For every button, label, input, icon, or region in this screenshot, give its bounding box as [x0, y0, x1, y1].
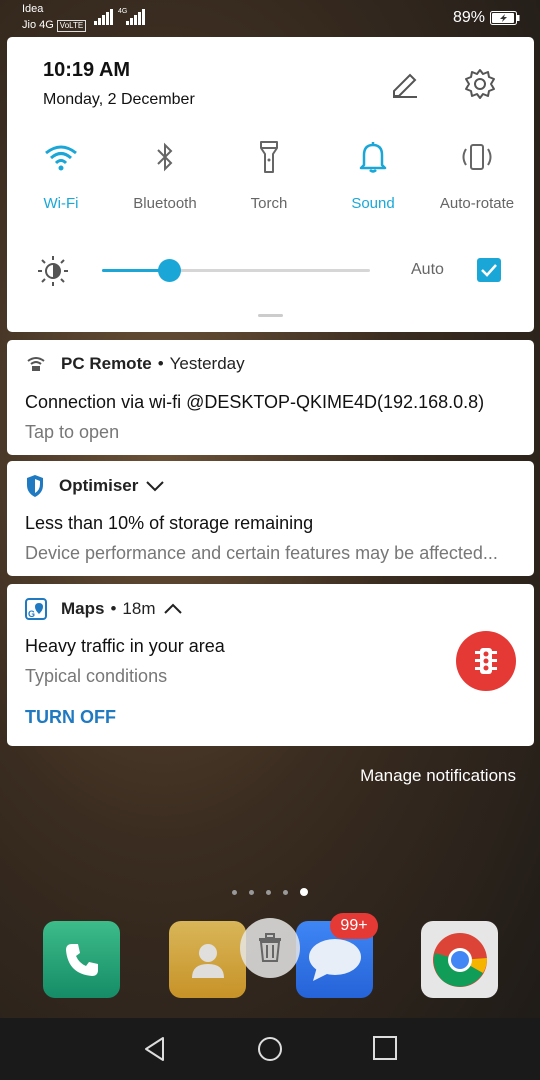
signal-icon-2	[126, 9, 145, 25]
brightness-icon	[38, 256, 68, 286]
shield-icon	[27, 475, 43, 497]
chevron-up-icon[interactable]	[163, 603, 182, 615]
back-icon[interactable]	[143, 1036, 167, 1062]
notification-maps[interactable]: G Maps • 18m Heavy traffic in your area …	[7, 584, 534, 746]
notification-text: Tap to open	[25, 422, 120, 442]
phone-app[interactable]	[43, 921, 120, 998]
notification-optimiser[interactable]: Optimiser Less than 10% of storage remai…	[7, 461, 534, 576]
notification-time: 18m	[122, 599, 156, 618]
bell-icon	[359, 142, 387, 173]
app-name: PC Remote	[61, 354, 152, 373]
contacts-app[interactable]	[169, 921, 246, 998]
notification-title: Heavy traffic in your area	[25, 636, 225, 656]
page-dot	[283, 889, 288, 895]
message-bubble-icon	[308, 938, 361, 981]
drag-handle[interactable]	[258, 314, 283, 317]
tile-torch-label: Torch	[250, 195, 288, 212]
turn-off-button[interactable]: TURN OFF	[25, 707, 116, 728]
tile-wifi[interactable]: Wi-Fi	[9, 137, 113, 212]
brightness-slider-thumb[interactable]	[158, 259, 181, 282]
tile-bluetooth[interactable]: Bluetooth	[113, 137, 217, 212]
settings-gear-icon[interactable]	[464, 68, 496, 100]
battery-percent: 89%	[452, 9, 485, 26]
quick-settings-panel: 10:19 AM Monday, 2 December Wi-Fi Blueto…	[7, 37, 534, 332]
trash-icon	[259, 933, 281, 962]
tile-auto-rotate[interactable]: Auto-rotate	[425, 137, 529, 212]
notification-title: Less than 10% of storage remaining	[25, 513, 314, 533]
rotate-icon	[462, 144, 492, 170]
carrier-name-2-text: Jio 4G	[22, 19, 54, 31]
notification-text: Typical conditions	[25, 666, 168, 686]
page-dot	[266, 889, 271, 895]
app-name: Maps	[61, 599, 105, 618]
traffic-light-icon	[475, 648, 497, 674]
edit-icon[interactable]	[391, 71, 419, 99]
navigation-bar	[0, 1018, 540, 1080]
wifi-icon	[45, 145, 77, 171]
tile-torch[interactable]: Torch	[217, 137, 321, 212]
bluetooth-icon	[157, 142, 173, 172]
clear-all-button[interactable]	[240, 918, 300, 978]
notification-header: PC Remote • Yesterday	[25, 354, 245, 374]
notification-time: Yesterday	[169, 354, 245, 373]
notification-text: Device performance and certain features …	[25, 543, 498, 563]
app-name: Optimiser	[59, 476, 139, 495]
tile-sound-label: Sound	[351, 195, 395, 212]
page-indicator	[232, 888, 308, 896]
status-bar: Idea Jio 4G VoLTE 4G 89%	[0, 0, 540, 36]
clock-time: 10:19 AM	[43, 59, 131, 81]
pc-remote-app-icon	[27, 357, 45, 371]
notification-title: Connection via wi-fi @DESKTOP-QKIME4D(19…	[25, 392, 485, 412]
tile-bluetooth-label: Bluetooth	[133, 195, 197, 212]
page-dot-current	[300, 888, 308, 896]
notification-pc-remote[interactable]: PC Remote • Yesterday Connection via wi-…	[7, 340, 534, 455]
maps-app-icon: G	[25, 598, 47, 620]
home-icon[interactable]	[257, 1036, 283, 1062]
page-dot	[249, 889, 254, 895]
notification-header: G Maps • 18m	[25, 598, 182, 620]
carrier-name-2: Jio 4G VoLTE	[22, 19, 87, 32]
volte-badge: VoLTE	[56, 20, 87, 32]
signal-icon-1	[94, 9, 113, 25]
notification-header: Optimiser	[25, 475, 165, 497]
auto-brightness-checkbox[interactable]	[477, 258, 501, 282]
tile-sound[interactable]: Sound	[321, 137, 425, 212]
messages-badge: 99+	[330, 913, 378, 939]
carrier-name-1: Idea	[22, 3, 44, 15]
chrome-app[interactable]	[421, 921, 498, 998]
phone-icon	[65, 943, 98, 976]
traffic-light-button[interactable]	[456, 631, 516, 691]
brightness-slider[interactable]	[102, 259, 370, 282]
svg-text:G: G	[28, 609, 35, 619]
tile-wifi-label: Wi-Fi	[43, 195, 79, 212]
recents-icon[interactable]	[373, 1036, 397, 1060]
chrome-icon	[432, 932, 487, 987]
torch-icon	[260, 141, 278, 173]
tile-auto-rotate-label: Auto-rotate	[439, 195, 515, 212]
clock-date: Monday, 2 December	[43, 91, 195, 108]
chevron-down-icon[interactable]	[146, 480, 165, 492]
check-icon	[481, 264, 497, 277]
contact-icon	[191, 943, 224, 978]
manage-notifications-link[interactable]: Manage notifications	[360, 766, 516, 786]
page-dot	[232, 889, 237, 895]
battery-icon	[490, 11, 520, 25]
auto-brightness-label: Auto	[411, 261, 444, 278]
